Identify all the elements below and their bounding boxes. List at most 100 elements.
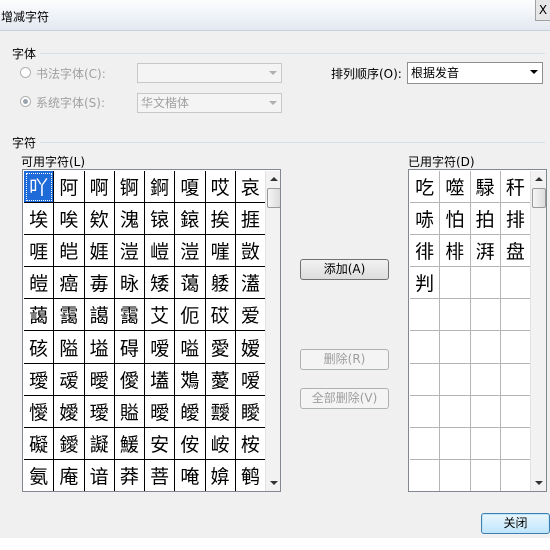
char-cell[interactable]: 嗄 [175,171,206,204]
char-cell[interactable]: 鑀 [54,427,85,460]
char-cell[interactable]: 菩 [145,459,176,491]
char-cell[interactable]: 砹 [205,299,236,332]
remove-all-button[interactable]: 全部删除(V) [300,388,389,409]
char-cell[interactable]: 躷 [205,267,236,300]
char-cell[interactable]: 賹 [114,395,145,428]
char-cell[interactable]: 嗳 [235,363,266,396]
char-cell[interactable]: 噬 [440,171,471,204]
char-cell[interactable] [500,427,531,460]
char-cell[interactable] [500,267,531,300]
char-cell[interactable]: 靄 [114,299,145,332]
char-cell[interactable]: 毐 [84,267,115,300]
char-cell[interactable]: 皚 [24,267,55,300]
scroll-thumb[interactable] [267,188,280,208]
char-cell[interactable]: 盘 [500,235,531,268]
char-cell[interactable] [500,395,531,428]
char-cell[interactable]: 阿 [54,171,85,204]
char-cell[interactable]: 爱 [235,299,266,332]
scroll-down-icon[interactable] [266,475,280,491]
char-cell[interactable]: 哀 [235,171,266,204]
char-cell[interactable]: 艾 [145,299,176,332]
char-cell[interactable]: 嬡 [54,395,85,428]
char-cell[interactable]: 塧 [84,331,115,364]
char-cell[interactable] [440,331,471,364]
char-cell[interactable]: 棑 [440,235,471,268]
char-cell[interactable] [440,395,471,428]
scroll-down-icon[interactable] [531,475,546,491]
used-chars-grid[interactable]: 吃噬騄秆哧怕拍排徘棑湃盘判 [408,169,547,492]
char-cell[interactable]: 桉 [235,427,266,460]
char-cell[interactable]: 璦 [24,363,55,396]
char-cell[interactable]: 璦 [84,395,115,428]
char-cell[interactable]: 蔼 [175,267,206,300]
char-cell[interactable] [440,459,471,491]
available-scrollbar[interactable] [265,171,280,491]
char-cell[interactable]: 敳 [235,235,266,268]
char-cell[interactable]: 壒 [145,363,176,396]
char-cell[interactable] [500,363,531,396]
char-cell[interactable]: 啊 [84,171,115,204]
char-cell[interactable]: 昹 [114,267,145,300]
char-cell[interactable]: 靉 [205,395,236,428]
char-cell[interactable] [470,299,501,332]
char-cell[interactable]: 曖 [145,395,176,428]
char-cell[interactable]: 埃 [24,203,55,236]
char-cell[interactable]: 硋 [24,331,55,364]
char-cell[interactable]: 矮 [145,267,176,300]
char-cell[interactable]: 皧 [175,395,206,428]
char-cell[interactable]: 安 [145,427,176,460]
char-cell[interactable] [500,459,531,491]
char-cell[interactable]: 娾 [84,235,115,268]
char-cell[interactable] [410,363,441,396]
char-cell[interactable] [410,331,441,364]
add-button[interactable]: 添加(A) [300,259,389,280]
char-cell[interactable]: 溰 [114,235,145,268]
used-scrollbar[interactable] [530,171,546,491]
char-cell[interactable]: 碍 [114,331,145,364]
char-cell[interactable]: 吃 [410,171,441,204]
char-cell[interactable]: 伌 [175,299,206,332]
char-cell[interactable]: 嵦 [145,235,176,268]
char-cell[interactable] [440,299,471,332]
char-cell[interactable] [470,427,501,460]
char-cell[interactable] [500,299,531,332]
char-cell[interactable]: 徘 [410,235,441,268]
char-cell[interactable]: 鹌 [235,459,266,491]
calligraphy-font-radio[interactable] [20,67,31,78]
char-cell[interactable]: 媕 [205,459,236,491]
char-cell[interactable]: 挨 [205,203,236,236]
char-cell[interactable]: 濭 [235,267,266,300]
char-cell[interactable] [500,331,531,364]
char-cell[interactable] [410,395,441,428]
char-cell[interactable]: 叆 [54,363,85,396]
scroll-thumb[interactable] [532,188,546,208]
close-button[interactable]: 关闭 [481,513,550,534]
char-cell[interactable]: 哧 [410,203,441,236]
char-cell[interactable]: 礙 [24,427,55,460]
char-cell[interactable] [440,267,471,300]
char-cell[interactable]: 排 [500,203,531,236]
char-cell[interactable] [440,427,471,460]
char-cell[interactable] [410,459,441,491]
char-cell[interactable]: 啀 [24,235,55,268]
char-cell[interactable]: 鴱 [175,363,206,396]
sort-order-select[interactable]: 根据发音 [407,62,543,84]
char-cell[interactable]: 薆 [205,363,236,396]
char-cell[interactable]: 溾 [114,203,145,236]
char-cell[interactable]: 怕 [440,203,471,236]
char-cell[interactable]: 嫒 [235,331,266,364]
system-font-radio[interactable] [20,96,31,107]
char-cell[interactable]: 谙 [84,459,115,491]
char-cell[interactable]: 僾 [114,363,145,396]
char-cell[interactable]: 皑 [54,235,85,268]
char-cell[interactable] [440,363,471,396]
char-cell[interactable]: 欸 [84,203,115,236]
char-cell[interactable]: 锿 [145,203,176,236]
char-cell[interactable]: 嗳 [145,331,176,364]
available-chars-grid[interactable]: 吖阿啊锕錒嗄哎哀埃唉欸溾锿鎄挨捱啀皑娾溰嵦溰嘊敳皚癌毐昹矮蔼躷濭藹靄譪靄艾伌砹爱… [22,169,281,492]
char-cell[interactable]: 嗌 [175,331,206,364]
char-cell[interactable]: 判 [410,267,441,300]
char-cell[interactable]: 靄 [54,299,85,332]
char-cell[interactable]: 曖 [84,363,115,396]
char-cell[interactable]: 侒 [175,427,206,460]
